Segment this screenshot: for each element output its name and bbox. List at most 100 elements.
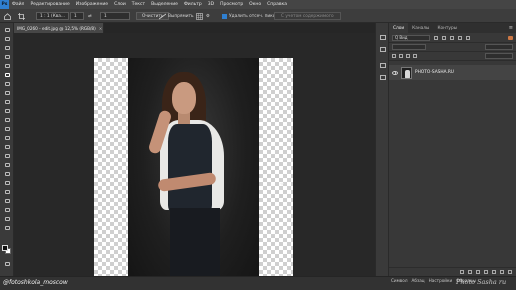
watermark-signature: Photo Sasha ru [456,278,507,286]
content-aware-checkbox[interactable]: С учетом содержимого [274,12,341,20]
clone-stamp-tool-icon[interactable] [3,117,11,122]
adjustment-layer-icon[interactable] [484,270,488,274]
lock-position-icon[interactable] [406,54,410,58]
layer-filter-row: Q Вид [389,33,516,43]
layer-thumbnail [401,66,412,79]
settings-gear-icon[interactable]: ⚙ [206,12,210,20]
canvas-area[interactable]: ⌖ [14,33,375,290]
panel-tabs: Слои Каналы Контуры ≡ [389,23,516,33]
paragraph-panel-icon[interactable] [380,63,386,68]
menu-layers[interactable]: Слои [111,2,129,7]
menu-file[interactable]: Файл [9,2,27,7]
lock-all-icon[interactable] [413,54,417,58]
menu-select[interactable]: Выделение [148,2,181,7]
grid-overlay-icon[interactable] [196,12,203,20]
filter-shape-icon[interactable] [458,35,462,40]
menu-type[interactable]: Текст [129,2,148,7]
eyedropper-tool-icon[interactable] [3,90,11,95]
layer-style-icon[interactable] [468,270,472,274]
add-mask-icon[interactable] [476,270,480,274]
lock-image-icon[interactable] [399,54,403,58]
document-tab[interactable]: IMG_0260 - edit.jpg @ 12,5% (RGB/8) × [14,23,104,33]
delete-layer-icon[interactable] [508,270,512,274]
filter-type-icon[interactable] [450,35,454,40]
artboard-tool-icon[interactable] [3,36,11,41]
eraser-tool-icon[interactable] [3,135,11,140]
menu-3d[interactable]: 3D [205,2,217,7]
swap-icon[interactable]: ⇄ [88,12,92,20]
frame-tool-icon[interactable] [3,81,11,86]
menu-help[interactable]: Справка [264,2,290,7]
straighten-button[interactable]: Выпрямить [168,12,194,20]
tab-paths[interactable]: Контуры [433,23,461,33]
blur-tool-icon[interactable] [3,153,11,158]
checkbox-checked-icon [222,13,227,19]
properties-panel-icon[interactable] [380,47,386,52]
new-layer-icon[interactable] [500,270,504,274]
layers-panel-footer [389,267,516,276]
opacity-field[interactable] [485,44,513,50]
quick-select-tool-icon[interactable] [3,63,11,68]
healing-brush-tool-icon[interactable] [3,99,11,104]
crop-cursor-icon: ⌖ [280,180,284,188]
hand-tool-icon[interactable] [3,207,11,212]
tab-channels[interactable]: Каналы [408,23,433,33]
filter-toggle-icon[interactable] [508,35,513,40]
aspect-ratio-select[interactable]: 1 : 1 (Ква... [36,12,70,20]
height-field[interactable]: 1 [100,12,130,20]
layer-row[interactable]: PHOTO-SASHA.RU [389,65,516,80]
lock-transparent-icon[interactable] [392,54,396,58]
menu-bar: Ps Файл Редактирование Изображение Слои … [0,0,516,9]
menu-image[interactable]: Изображение [73,2,111,7]
menu-view[interactable]: Просмотр [217,2,246,7]
tab-paragraph[interactable]: Абзац [412,278,425,283]
quick-mask-icon[interactable] [3,261,11,266]
menu-edit[interactable]: Редактирование [27,2,72,7]
link-layers-icon[interactable] [460,270,464,274]
tab-layers[interactable]: Слои [389,23,409,33]
blend-mode-select[interactable] [392,44,426,50]
more-tools-icon[interactable] [3,225,11,230]
photo-woman-portrait [128,58,259,290]
gradient-tool-icon[interactable] [3,144,11,149]
zoom-tool-icon[interactable] [3,216,11,221]
rectangle-tool-icon[interactable] [3,198,11,203]
width-field[interactable]: 1 [70,12,84,20]
layer-name: PHOTO-SASHA.RU [415,70,454,75]
watermark-instagram: @fotoshkola_moscow [3,279,68,286]
fill-field[interactable] [485,53,513,59]
menu-window[interactable]: Окно [246,2,264,7]
history-panel-icon[interactable] [380,35,386,40]
crop-tool-icon[interactable] [3,72,11,77]
path-select-tool-icon[interactable] [3,189,11,194]
type-tool-icon[interactable] [3,180,11,185]
panel-menu-icon[interactable]: ≡ [509,25,516,31]
crop-tool-icon[interactable] [18,12,25,20]
image-canvas[interactable] [94,58,293,290]
marquee-tool-icon[interactable] [3,45,11,50]
lasso-tool-icon[interactable] [3,54,11,59]
pen-tool-icon[interactable] [3,171,11,176]
delete-cropped-pixels-checkbox[interactable]: Удалить отсеч. пикс. [222,12,277,20]
tab-character[interactable]: Символ [391,278,408,283]
character-panel-icon[interactable] [380,75,386,80]
brush-tool-icon[interactable] [3,108,11,113]
kind-filter-select[interactable]: Q Вид [392,34,430,41]
tab-settings[interactable]: Настройки [429,278,453,283]
new-group-icon[interactable] [492,270,496,274]
filter-adjustment-icon[interactable] [442,35,446,40]
close-tab-icon[interactable]: × [99,26,103,31]
tools-panel [0,23,14,276]
menu-filter[interactable]: Фильтр [181,2,205,7]
foreground-color-swatch[interactable] [2,245,8,251]
blend-mode-row [389,43,516,52]
move-tool-icon[interactable] [3,27,11,32]
dodge-tool-icon[interactable] [3,162,11,167]
straighten-icon[interactable] [159,12,166,20]
visibility-eye-icon[interactable] [392,70,398,75]
document-title: IMG_0260 - edit.jpg @ 12,5% (RGB/8) [17,25,96,31]
history-brush-tool-icon[interactable] [3,126,11,131]
filter-smart-object-icon[interactable] [466,35,470,40]
home-icon[interactable] [4,12,11,20]
filter-pixel-icon[interactable] [434,35,438,40]
